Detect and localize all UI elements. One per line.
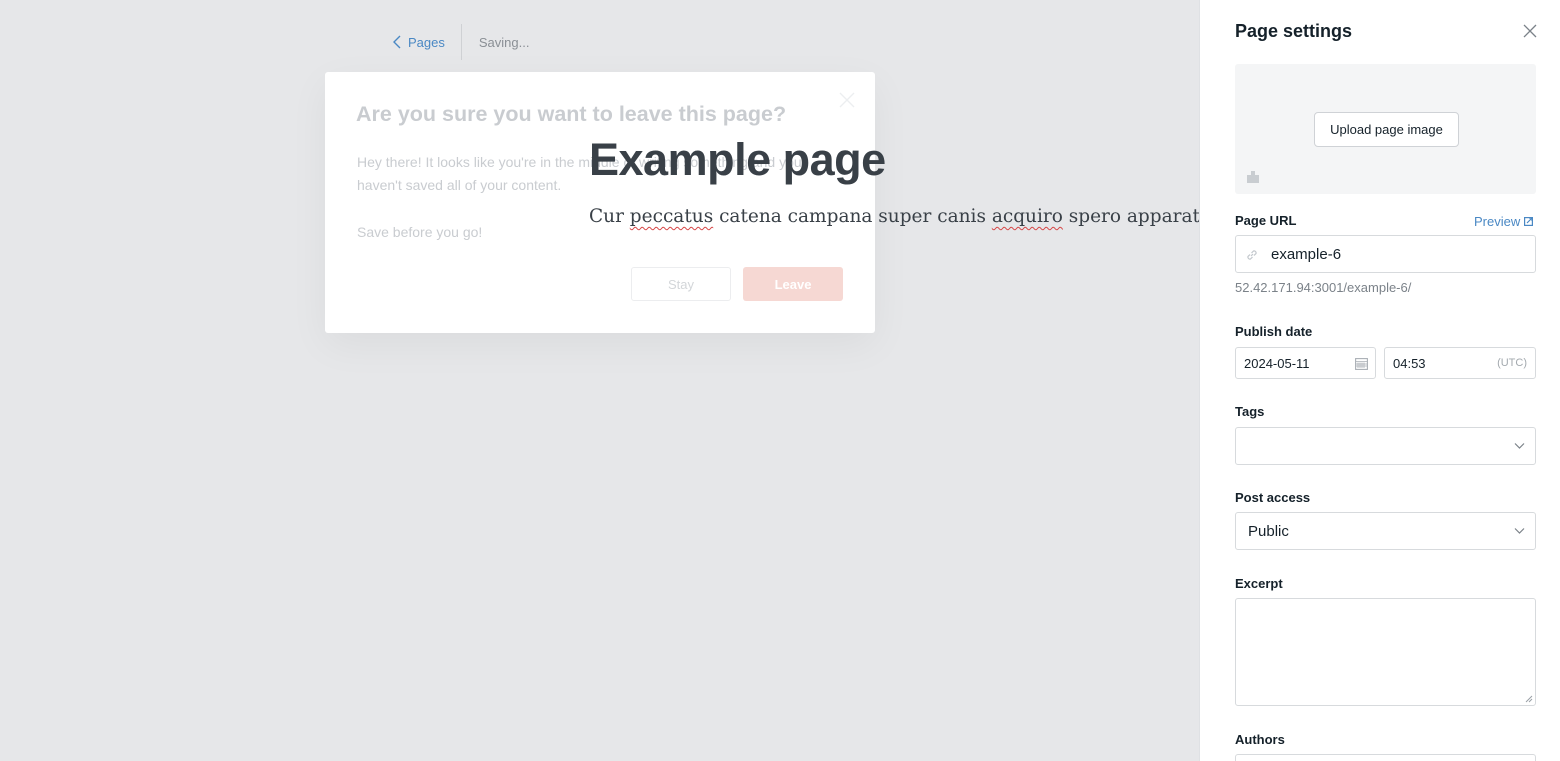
close-icon[interactable] [837, 90, 857, 110]
tags-select[interactable] [1235, 427, 1536, 465]
page-title[interactable]: Example page [589, 134, 886, 186]
chevron-down-icon [1514, 528, 1525, 534]
leave-button[interactable]: Leave [743, 267, 843, 301]
timezone-label: (UTC) [1497, 357, 1527, 369]
post-access-select[interactable]: Public [1235, 512, 1536, 550]
editor-topbar: Pages Saving... [392, 24, 529, 60]
post-access-value: Public [1248, 522, 1289, 540]
page-url-full: 52.42.171.94:3001/example-6/ [1235, 280, 1412, 295]
page-body-text[interactable]: Cur peccatus catena campana super canis … [589, 206, 1227, 227]
publish-date-input[interactable]: 2024-05-11 [1235, 347, 1376, 379]
misspelled-word: peccatus [629, 206, 714, 227]
external-link-icon [1524, 217, 1534, 226]
preview-label: Preview [1474, 214, 1521, 229]
back-label: Pages [408, 34, 445, 50]
chevron-left-icon [393, 35, 401, 49]
leave-confirm-modal: Are you sure you want to leave this page… [325, 72, 875, 333]
authors-select[interactable] [1235, 754, 1536, 761]
modal-title: Are you sure you want to leave this page… [356, 102, 787, 126]
close-icon[interactable] [1522, 23, 1538, 39]
stay-button[interactable]: Stay [631, 267, 731, 301]
link-icon [1247, 250, 1257, 260]
publish-date-label: Publish date [1235, 324, 1313, 339]
image-icon [1247, 171, 1259, 183]
save-status: Saving... [478, 34, 530, 50]
misspelled-word: acquiro [991, 206, 1063, 227]
editor-area: Pages Saving... Are you sure you want to… [0, 0, 1227, 761]
publish-time-value: 04:53 [1393, 355, 1426, 371]
page-url-value: example-6 [1271, 245, 1342, 263]
chevron-down-icon [1514, 443, 1525, 449]
back-to-pages-link[interactable]: Pages [392, 24, 462, 60]
tags-label: Tags [1235, 404, 1265, 419]
body-text-part: Cur [589, 206, 630, 227]
excerpt-textarea[interactable] [1235, 598, 1536, 706]
excerpt-label: Excerpt [1235, 576, 1283, 591]
page-url-input[interactable]: example-6 [1235, 235, 1536, 273]
publish-time-input[interactable]: 04:53 (UTC) [1384, 347, 1536, 379]
page-settings-panel: Page settings Upload page image Page URL… [1199, 0, 1560, 761]
upload-image-button[interactable]: Upload page image [1314, 112, 1459, 147]
calendar-icon [1355, 358, 1368, 370]
authors-label: Authors [1235, 732, 1285, 747]
post-access-label: Post access [1235, 490, 1311, 505]
resize-handle-icon[interactable] [1525, 695, 1533, 703]
page-image-dropzone[interactable]: Upload page image [1235, 64, 1536, 194]
page-url-label: Page URL [1235, 213, 1297, 228]
body-text-part: catena campana super canis [713, 206, 992, 227]
panel-title: Page settings [1235, 21, 1353, 41]
publish-date-value: 2024-05-11 [1244, 355, 1310, 371]
preview-link[interactable]: Preview [1474, 214, 1534, 229]
